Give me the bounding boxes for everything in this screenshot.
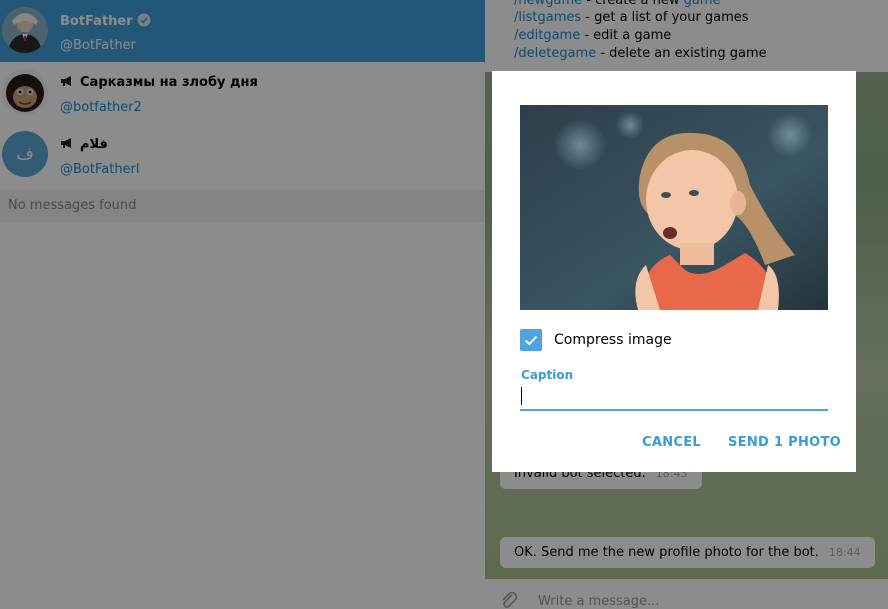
checkmark-icon [524, 335, 538, 346]
cancel-button[interactable]: CANCEL [642, 435, 701, 450]
compress-image-label[interactable]: Compress image [554, 332, 672, 348]
photo-preview [520, 105, 828, 310]
caption-label: Caption [521, 368, 574, 382]
send-photo-dialog: Compress image Caption CANCEL SEND 1 PHO… [492, 71, 856, 472]
send-photo-button[interactable]: SEND 1 PHOTO [728, 435, 841, 450]
caption-input[interactable] [520, 385, 828, 411]
compress-image-checkbox[interactable] [520, 329, 542, 351]
text-caret [521, 387, 522, 405]
